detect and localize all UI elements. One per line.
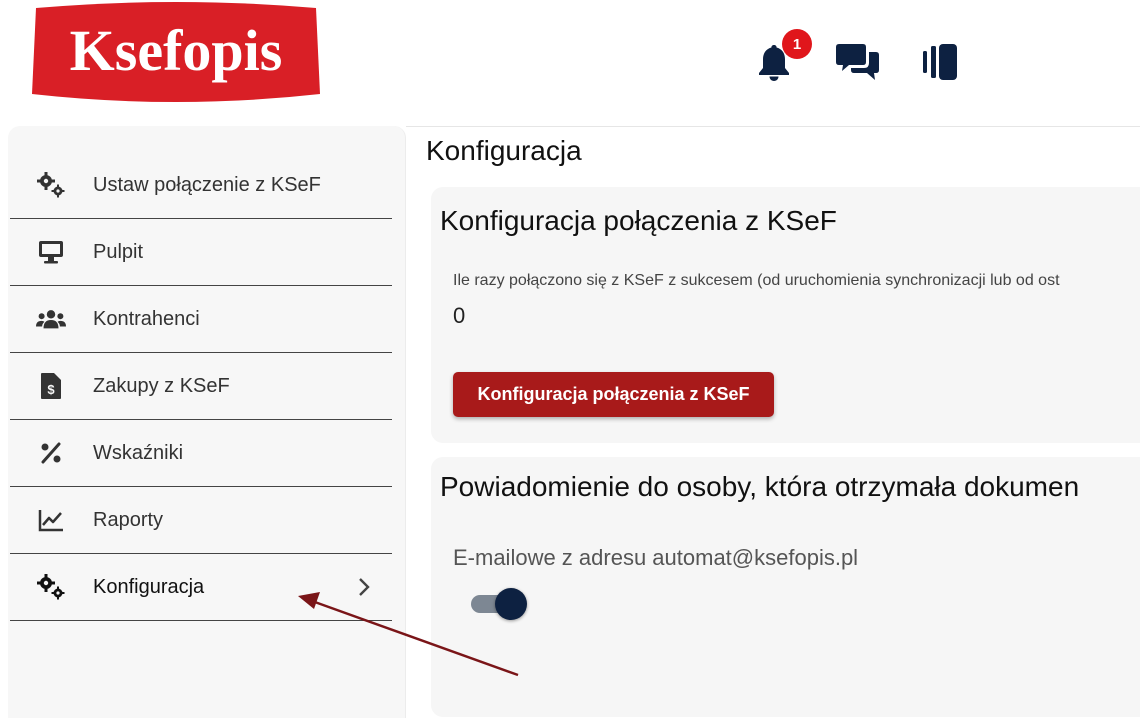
ksefopis-logo[interactable]: Ksefopis [30,2,322,104]
percent-icon [36,438,66,468]
sidebar-item-zakupy[interactable]: $ Zakupy z KSeF [10,353,392,420]
svg-text:$: $ [47,382,55,397]
notification-badge: 1 [782,29,812,59]
sidebar-item-label: Wskaźniki [93,441,184,464]
configure-connection-button[interactable]: Konfiguracja połączenia z KSeF [453,372,774,417]
monitor-icon [36,237,66,267]
panel-icon[interactable] [918,40,962,84]
chevron-right-icon [356,576,372,598]
gears-icon [36,170,66,200]
connection-card: Konfiguracja połączenia z KSeF Ile razy … [431,187,1140,443]
connection-card-title: Konfiguracja połączenia z KSeF [440,205,837,236]
sidebar-item-konfiguracja[interactable]: Konfiguracja [10,554,392,621]
connection-count-value: 0 [453,303,466,328]
invoice-icon: $ [36,371,66,401]
sidebar-item-label: Raporty [93,508,164,531]
app-root: Ksefopis 1 Ustaw połączenie z KSeF Pulpi… [0,0,1140,718]
email-notification-toggle[interactable] [471,587,527,620]
sidebar: Ustaw połączenie z KSeF Pulpit Kontrahen… [8,126,406,718]
sidebar-item-label: Pulpit [93,240,144,263]
connection-count-label: Ile razy połączono się z KSeF z sukcesem… [453,272,1060,289]
sidebar-item-kontrahenci[interactable]: Kontrahenci [10,286,392,353]
email-notification-label: E-mailowe z adresu automat@ksefopis.pl [453,545,859,570]
sidebar-item-pulpit[interactable]: Pulpit [10,219,392,286]
gears-icon [36,572,66,602]
notification-card: Powiadomienie do osoby, która otrzymała … [431,457,1140,717]
sidebar-item-label: Ustaw połączenie z KSeF [93,173,321,196]
sidebar-item-label: Kontrahenci [93,307,200,330]
sidebar-item-wskazniki[interactable]: Wskaźniki [10,420,392,487]
toggle-knob [495,588,527,620]
chart-icon [36,505,66,535]
notification-card-title: Powiadomienie do osoby, która otrzymała … [440,471,1080,502]
users-icon [36,304,66,334]
sidebar-item-label: Zakupy z KSeF [93,374,230,397]
sidebar-item-raporty[interactable]: Raporty [10,487,392,554]
page-title: Konfiguracja [426,135,582,166]
chat-icon[interactable] [836,40,880,84]
sidebar-item-label: Konfiguracja [93,575,205,598]
main-content: Konfiguracja Konfiguracja połączenia z K… [406,126,1140,718]
logo-text: Ksefopis [70,18,283,83]
sidebar-item-ustaw-polaczenie[interactable]: Ustaw połączenie z KSeF [10,152,392,219]
